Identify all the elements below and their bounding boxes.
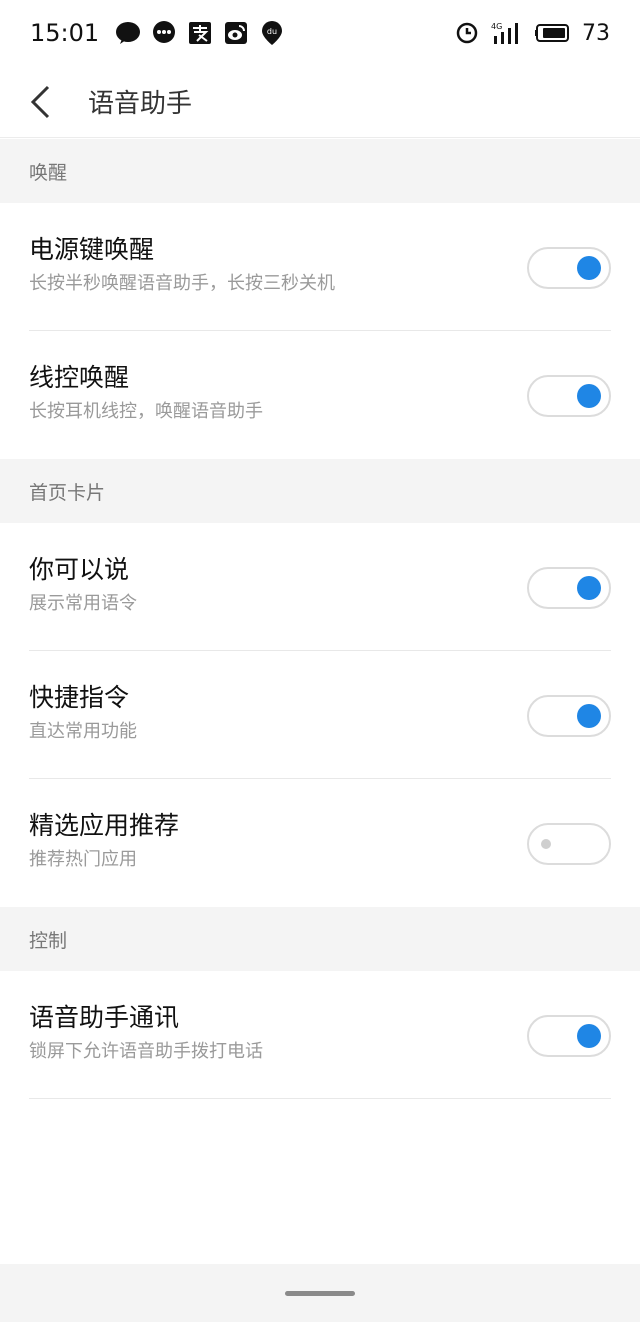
setting-title: 你可以说 (29, 555, 130, 584)
setting-texts: 线控唤醒 长按耳机线控，唤醒语音助手 (29, 361, 263, 423)
status-right: 4G 73 (454, 20, 610, 46)
status-left: 15:01 du (30, 19, 285, 47)
setting-subtitle: 锁屏下允许语音助手拨打电话 (29, 1041, 263, 1062)
setting-row-shortcuts[interactable]: 快捷指令 直达常用功能 (0, 651, 640, 779)
app-recommendations-toggle[interactable] (527, 823, 611, 865)
setting-row-you-can-say[interactable]: 你可以说 展示常用语令 (0, 523, 640, 651)
network-badge: 4G (491, 22, 502, 31)
setting-row-voice-assistant-call[interactable]: 语音助手通讯 锁屏下允许语音助手拨打电话 (0, 971, 640, 1099)
power-key-wake-toggle[interactable] (527, 247, 611, 289)
setting-title: 电源键唤醒 (29, 235, 155, 264)
weibo-icon (223, 20, 249, 46)
svg-text:du: du (267, 27, 277, 36)
toggle-knob (577, 1024, 601, 1048)
du-icon: du (259, 20, 285, 46)
wire-control-wake-toggle[interactable] (527, 375, 611, 417)
battery-level: 73 (582, 20, 610, 46)
setting-title: 快捷指令 (29, 683, 130, 712)
setting-subtitle: 直达常用功能 (29, 721, 137, 742)
status-bar: 15:01 du 4G 73 (0, 0, 640, 66)
setting-subtitle: 长按半秒唤醒语音助手，长按三秒关机 (29, 273, 335, 294)
setting-texts: 语音助手通讯 锁屏下允许语音助手拨打电话 (29, 1001, 263, 1063)
shortcuts-toggle[interactable] (527, 695, 611, 737)
alarm-icon (454, 20, 480, 46)
app-header: 语音助手 (0, 66, 640, 138)
setting-texts: 精选应用推荐 推荐热门应用 (29, 809, 179, 871)
you-can-say-toggle[interactable] (527, 567, 611, 609)
signal-4g-icon: 4G (490, 20, 524, 46)
toggle-knob (541, 839, 551, 849)
setting-row-app-recommendations[interactable]: 精选应用推荐 推荐热门应用 (0, 779, 640, 907)
toggle-knob (577, 704, 601, 728)
setting-subtitle: 长按耳机线控，唤醒语音助手 (29, 401, 263, 422)
page-title: 语音助手 (88, 89, 193, 119)
section-header-wake: 唤醒 (0, 139, 640, 203)
message-icon (151, 20, 177, 46)
chevron-left-icon (30, 85, 50, 118)
toggle-knob (577, 576, 601, 600)
setting-row-power-key-wake[interactable]: 电源键唤醒 长按半秒唤醒语音助手，长按三秒关机 (0, 203, 640, 331)
home-indicator[interactable] (285, 1290, 355, 1296)
toggle-knob (577, 256, 601, 280)
setting-subtitle: 展示常用语令 (29, 593, 137, 614)
setting-row-wire-control-wake[interactable]: 线控唤醒 长按耳机线控，唤醒语音助手 (0, 331, 640, 459)
setting-subtitle: 推荐热门应用 (29, 849, 137, 870)
toggle-knob (577, 384, 601, 408)
setting-title: 语音助手通讯 (29, 1003, 180, 1032)
row-divider (29, 1098, 611, 1099)
setting-title: 精选应用推荐 (29, 811, 180, 840)
navigation-bar (0, 1264, 640, 1322)
alipay-icon (187, 20, 213, 46)
setting-texts: 电源键唤醒 长按半秒唤醒语音助手，长按三秒关机 (29, 233, 335, 295)
setting-texts: 快捷指令 直达常用功能 (29, 681, 137, 743)
wechat-icon (115, 20, 141, 46)
section-header-home-cards: 首页卡片 (0, 459, 640, 523)
back-button[interactable] (4, 66, 76, 138)
section-header-control: 控制 (0, 907, 640, 971)
setting-title: 线控唤醒 (29, 363, 130, 392)
battery-icon (534, 20, 572, 46)
voice-assistant-call-toggle[interactable] (527, 1015, 611, 1057)
status-time: 15:01 (30, 19, 100, 47)
setting-texts: 你可以说 展示常用语令 (29, 553, 137, 615)
